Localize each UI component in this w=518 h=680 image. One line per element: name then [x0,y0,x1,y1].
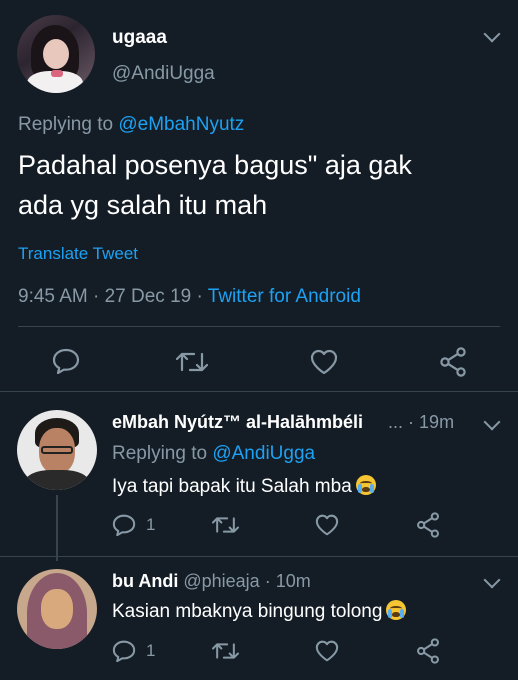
reply-1-display-name[interactable]: eMbah Nyútz™ al-Halāhmbéli [112,412,363,433]
reply-1-meta: ... · 19m [388,412,454,433]
avatar-glasses [41,446,73,454]
reply-icon[interactable] [112,640,136,662]
replying-prefix: Replying to [18,114,114,135]
reply-2-text: Kasian mbaknya bingung tolong [112,601,383,622]
translate-tweet-link[interactable]: Translate Tweet [18,244,138,264]
replying-line: Replying to @eMbahNyutz [18,114,244,136]
reply-1-reply-count: 1 [146,515,156,534]
tweet-source-link[interactable]: Twitter for Android [208,286,361,307]
reply-2-display-name[interactable]: bu Andi [112,571,178,591]
chevron-down-icon[interactable] [483,571,501,589]
ellipsis: ... [388,412,404,432]
like-icon[interactable] [315,640,339,662]
like-icon[interactable] [315,514,339,536]
timestamp-line: 9:45 AM · 27 Dec 19 · Twitter for Androi… [18,286,361,308]
reply-2-time: 10m [275,571,311,591]
reply-1-text: Iya tapi bapak itu Salah mba [112,476,352,497]
chevron-down-icon[interactable] [483,413,501,431]
share-icon[interactable] [416,512,440,538]
display-name[interactable]: ugaaa [112,27,167,49]
retweet-icon[interactable] [212,641,239,661]
loudly-crying-emoji [355,475,376,495]
tweet-text-line-2: ada yg salah itu mah [18,190,268,220]
separator: · [196,286,203,307]
replying-to-link[interactable]: @eMbahNyutz [118,114,244,135]
reply-1-text-row: Iya tapi bapak itu Salah mba [112,475,376,498]
replying-to-link[interactable]: @AndiUgga [212,443,315,464]
divider [18,326,500,327]
avatar-body [25,470,89,490]
replying-prefix: Replying to [112,443,208,464]
loudly-crying-emoji [386,600,407,620]
tweet-date: 27 Dec 19 [104,286,192,307]
avatar-face [43,39,69,69]
chevron-down-icon[interactable] [483,25,501,43]
avatar-face [41,589,73,629]
thread-line [56,495,58,561]
reply-1-time: 19m [419,412,455,432]
share-icon[interactable] [416,638,440,664]
retweet-icon[interactable] [176,350,208,374]
avatar-ugaaa[interactable] [17,15,95,93]
divider [0,556,518,557]
tweet-text-line-1: Padahal posenya bagus" aja gak [18,150,412,180]
divider [0,391,518,392]
reply-2-header: bu Andi @phieaja · 10m [112,571,311,592]
reply-2-handle[interactable]: @phieaja [183,571,259,591]
separator: · [408,412,415,432]
reply-icon[interactable] [112,514,136,536]
reply-2-reply-count: 1 [146,641,156,660]
tweet-time: 9:45 AM [18,286,88,307]
avatar-bow [51,70,63,77]
like-icon[interactable] [310,349,338,375]
share-icon[interactable] [439,347,467,377]
reply-2-text-row: Kasian mbaknya bingung tolong [112,600,407,623]
handle[interactable]: @AndiUgga [112,63,215,85]
reply-icon[interactable] [52,348,80,374]
separator: · [264,571,271,591]
separator: · [93,286,100,307]
avatar-bu-andi[interactable] [17,569,97,649]
retweet-icon[interactable] [212,515,239,535]
reply-1-replying-line: Replying to @AndiUgga [112,443,315,465]
avatar-embah-nyutz[interactable] [17,410,97,490]
